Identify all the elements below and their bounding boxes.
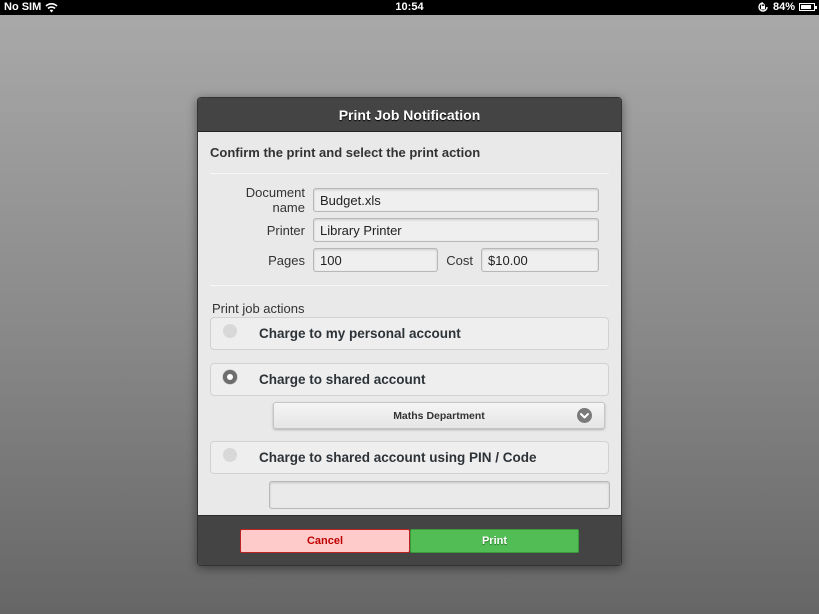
option-pin-code[interactable]: Charge to shared account using PIN / Cod… [210, 441, 609, 474]
pages-field[interactable]: 100 [313, 248, 438, 272]
dialog-body: Confirm the print and select the print a… [198, 132, 621, 509]
rotation-lock-icon [758, 2, 768, 12]
status-bar: No SIM 10:54 84% [0, 0, 819, 15]
option-personal-account[interactable]: Charge to my personal account [210, 317, 609, 350]
cost-label: Cost [446, 252, 473, 268]
option-label: Charge to shared account using PIN / Cod… [259, 450, 537, 465]
dialog-footer: Cancel Print [198, 515, 621, 565]
option-label: Charge to shared account [259, 372, 426, 387]
print-job-actions-label: Print job actions [212, 301, 305, 316]
chevron-down-icon[interactable] [577, 408, 592, 423]
pin-code-input[interactable] [269, 481, 610, 509]
battery-percent: 84% [772, 1, 795, 13]
shared-account-select[interactable]: Maths Department [273, 402, 605, 429]
option-label: Charge to my personal account [259, 326, 461, 341]
dialog-title: Print Job Notification [198, 98, 621, 132]
battery-fill [801, 5, 811, 9]
document-name-field[interactable]: Budget.xls [313, 188, 599, 212]
printer-label: Printer [266, 222, 305, 238]
printer-field[interactable]: Library Printer [313, 218, 599, 242]
pages-cost-row: Pages 100 Cost $10.00 [210, 245, 609, 275]
job-details: Document name Budget.xls Printer Library… [210, 174, 609, 285]
battery-icon [799, 3, 817, 11]
radio-personal-account[interactable] [223, 324, 237, 338]
printer-row: Printer Library Printer [210, 215, 609, 245]
radio-pin-code[interactable] [223, 448, 237, 462]
print-job-dialog: Print Job Notification Confirm the print… [197, 97, 622, 566]
shared-account-value: Maths Department [393, 409, 485, 422]
pages-label: Pages [268, 252, 305, 268]
document-name-label: Document name [245, 185, 305, 215]
radio-shared-account[interactable] [223, 370, 237, 384]
status-right: 84% [757, 1, 817, 13]
cancel-button[interactable]: Cancel [240, 529, 410, 553]
status-time: 10:54 [395, 1, 424, 13]
dialog-subtitle: Confirm the print and select the print a… [210, 145, 481, 160]
option-shared-account[interactable]: Charge to shared account [210, 363, 609, 396]
print-button[interactable]: Print [410, 529, 579, 553]
document-name-row: Document name Budget.xls [210, 185, 609, 215]
cost-field[interactable]: $10.00 [481, 248, 599, 272]
